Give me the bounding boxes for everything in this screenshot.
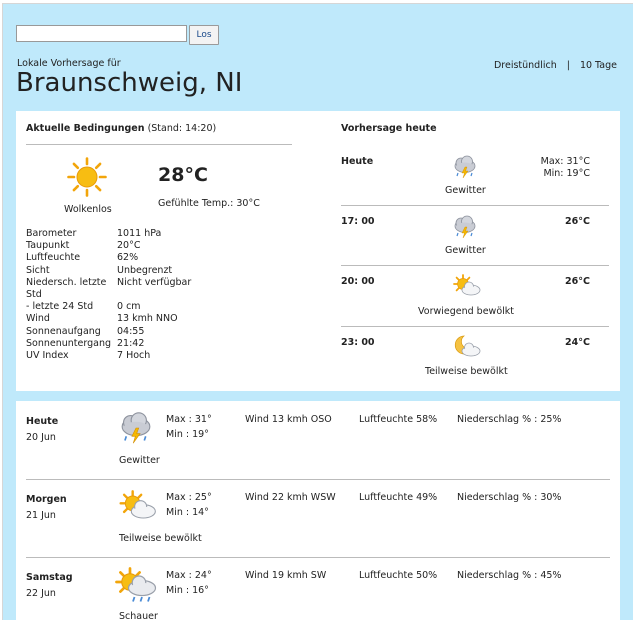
- daily-wind: Wind 19 kmh SW: [245, 570, 327, 581]
- daily-condition: Schauer: [119, 611, 158, 620]
- current-condition-text: Wolkenlos: [64, 204, 112, 215]
- feels-like-temperature: Gefühlte Temp.: 30°C: [158, 198, 260, 209]
- today-row-condition: Vorwiegend bewölkt: [418, 306, 515, 317]
- search-form: Los: [16, 25, 219, 45]
- detail-label: Std: [26, 289, 42, 300]
- daily-row: Morgen 21 Jun Teilweise bewölkt Max : 25…: [16, 479, 620, 558]
- thunderstorm-icon: [121, 412, 151, 444]
- current-conditions-panel: Aktuelle Bedingungen (Stand: 14:20) Wolk…: [16, 111, 620, 391]
- detail-label: Taupunkt: [26, 240, 70, 251]
- detail-label: Sicht: [26, 265, 50, 276]
- detail-value: 0 cm: [117, 301, 141, 312]
- today-row-time: 23: 00: [341, 337, 375, 348]
- daily-max: Max : 31°: [166, 414, 212, 425]
- detail-value: 62%: [117, 252, 139, 263]
- detail-value: 7 Hoch: [117, 350, 151, 361]
- detail-label: - letzte 24 Std: [26, 301, 94, 312]
- daily-min: Min : 19°: [166, 429, 209, 440]
- today-min-temp: Min: 19°C: [543, 168, 590, 179]
- today-row-temp: 26°C: [565, 276, 590, 287]
- sun-cloud-icon: [119, 490, 156, 519]
- sun-cloud-icon: [453, 274, 481, 296]
- daily-day: Morgen: [26, 494, 67, 505]
- daily-day: Heute: [26, 416, 59, 427]
- detail-label: UV Index: [26, 350, 69, 361]
- divider: [341, 205, 609, 206]
- detail-value: 1011 hPa: [117, 228, 162, 239]
- divider: [341, 326, 609, 327]
- detail-label: Barometer: [26, 228, 77, 239]
- daily-forecast-panel: Heute 20 Jun Gewitter Max : 31° Min : 19…: [16, 401, 620, 620]
- link-ten-days[interactable]: 10 Tage: [580, 60, 617, 71]
- daily-wind: Wind 22 kmh WSW: [245, 492, 336, 503]
- today-row-condition: Gewitter: [445, 245, 486, 256]
- daily-max: Max : 25°: [166, 492, 212, 503]
- daily-min: Min : 16°: [166, 585, 209, 596]
- today-row-time: 17: 00: [341, 216, 375, 227]
- detail-value: 13 kmh NNO: [117, 313, 178, 324]
- detail-value: 21:42: [117, 338, 145, 349]
- moon-cloud-icon: [454, 335, 481, 357]
- detail-value: 04:55: [117, 326, 145, 337]
- page-title: Braunschweig, NI: [16, 68, 243, 98]
- view-links: Dreistündlich | 10 Tage: [494, 60, 617, 71]
- daily-humidity: Luftfeuchte 49%: [359, 492, 438, 503]
- divider: [341, 265, 609, 266]
- daily-humidity: Luftfeuchte 50%: [359, 570, 438, 581]
- sun-rain-icon: [115, 567, 157, 602]
- thunderstorm-icon: [454, 215, 476, 239]
- detail-value: Unbegrenzt: [117, 265, 173, 276]
- today-row-time: 20: 00: [341, 276, 375, 287]
- divider: [26, 144, 292, 145]
- daily-condition: Teilweise bewölkt: [119, 533, 202, 544]
- today-max-temp: Max: 31°C: [540, 156, 590, 167]
- current-temperature: 28°C: [158, 164, 208, 186]
- link-separator: |: [566, 60, 570, 71]
- daily-wind: Wind 13 kmh OSO: [245, 414, 332, 425]
- daily-row: Samstag 22 Jun Schauer Max : 24° Min : 1…: [16, 557, 620, 620]
- detail-label: Niedersch. letzte: [26, 277, 107, 288]
- daily-date: 21 Jun: [26, 510, 56, 521]
- sun-icon: [67, 157, 107, 197]
- today-row-temp: 26°C: [565, 216, 590, 227]
- daily-day: Samstag: [26, 572, 73, 583]
- search-button[interactable]: Los: [189, 25, 219, 45]
- page-background: Los Lokale Vorhersage für Braunschweig, …: [2, 3, 633, 620]
- daily-humidity: Luftfeuchte 58%: [359, 414, 438, 425]
- today-row-condition: Gewitter: [445, 185, 486, 196]
- daily-min: Min : 14°: [166, 507, 209, 518]
- detail-value: 20°C: [117, 240, 141, 251]
- daily-date: 20 Jun: [26, 432, 56, 443]
- detail-label: Luftfeuchte: [26, 252, 81, 263]
- daily-precip: Niederschlag % : 25%: [457, 414, 562, 425]
- daily-row: Heute 20 Jun Gewitter Max : 31° Min : 19…: [16, 401, 620, 480]
- daily-max: Max : 24°: [166, 570, 212, 581]
- daily-condition: Gewitter: [119, 455, 160, 466]
- detail-label: Sonnenuntergang: [26, 338, 112, 349]
- detail-value: Nicht verfügbar: [117, 277, 192, 288]
- today-row-temp: 24°C: [565, 337, 590, 348]
- detail-label: Wind: [26, 313, 50, 324]
- link-three-hourly[interactable]: Dreistündlich: [494, 60, 557, 71]
- daily-precip: Niederschlag % : 45%: [457, 570, 562, 581]
- daily-precip: Niederschlag % : 30%: [457, 492, 562, 503]
- daily-date: 22 Jun: [26, 588, 56, 599]
- detail-label: Sonnenaufgang: [26, 326, 101, 337]
- today-row-condition: Teilweise bewölkt: [425, 366, 508, 377]
- current-conditions-heading: Aktuelle Bedingungen (Stand: 14:20): [26, 123, 217, 134]
- today-row-time: Heute: [341, 156, 374, 167]
- search-input[interactable]: [16, 25, 187, 42]
- today-forecast-heading: Vorhersage heute: [341, 123, 437, 134]
- thunderstorm-icon: [454, 155, 476, 179]
